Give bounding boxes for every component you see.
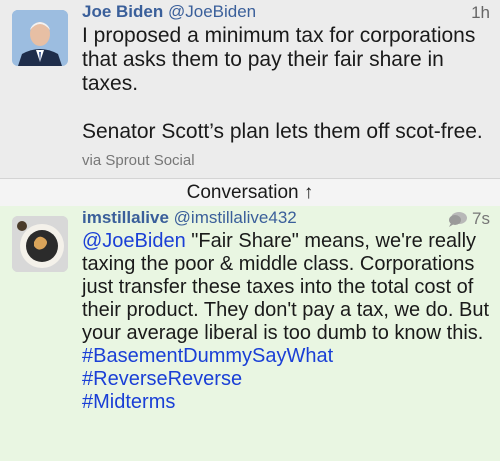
reply-meta: 7s	[448, 209, 490, 229]
tweet-body: I proposed a minimum tax for corporation…	[82, 24, 492, 144]
hashtag-link[interactable]: #BasementDummySayWhat	[82, 345, 494, 368]
author-handle[interactable]: @imstillalive432	[174, 208, 297, 227]
tweet-text-paragraph-1: I proposed a minimum tax for corporation…	[82, 24, 476, 95]
hashtag-link[interactable]: #ReverseReverse	[82, 368, 494, 391]
timestamp: 7s	[472, 209, 490, 228]
mention-link[interactable]: @JoeBiden	[82, 230, 186, 252]
avatar-portrait-icon	[12, 10, 68, 66]
avatar[interactable]	[12, 216, 68, 272]
author-handle[interactable]: @JoeBiden	[168, 2, 256, 21]
client-source: via Sprout Social	[82, 152, 195, 169]
author-name[interactable]: Joe Biden	[82, 2, 163, 21]
avatar-coffee-icon	[12, 216, 68, 272]
author-line: imstillalive @imstillalive432	[82, 208, 297, 228]
avatar[interactable]	[12, 10, 68, 66]
original-tweet[interactable]: Joe Biden @JoeBiden 1h I proposed a mini…	[0, 0, 500, 178]
timestamp: 1h	[471, 3, 490, 22]
tweet-text-paragraph-2: Senator Scott’s plan lets them off scot-…	[82, 120, 483, 143]
reply-tweet[interactable]: imstillalive @imstillalive432 7s @JoeBid…	[0, 206, 500, 461]
author-name[interactable]: imstillalive	[82, 208, 169, 227]
hashtag-link[interactable]: #Midterms	[82, 391, 494, 414]
conversation-toggle[interactable]: Conversation ↑	[0, 178, 500, 208]
author-line: Joe Biden @JoeBiden	[82, 2, 256, 22]
conversation-bubble-icon	[449, 212, 468, 227]
reply-body: @JoeBiden "Fair Share" means, we're real…	[82, 230, 494, 414]
reply-text: @JoeBiden "Fair Share" means, we're real…	[82, 230, 494, 345]
